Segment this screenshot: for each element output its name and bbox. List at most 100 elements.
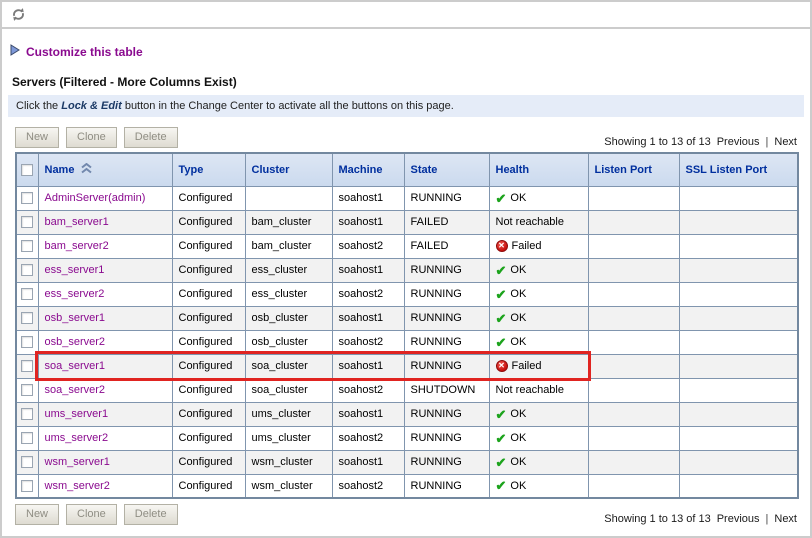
row-checkbox[interactable]: [21, 264, 33, 276]
row-checkbox[interactable]: [21, 312, 33, 324]
next-link-bottom[interactable]: Next: [774, 513, 797, 525]
table-row: AdminServer(admin) Configured soahost1 R…: [16, 186, 798, 210]
name-cell: osb_server1: [38, 306, 172, 330]
new-button-bottom[interactable]: New: [15, 504, 59, 525]
server-name-link[interactable]: wsm_server1: [45, 456, 110, 468]
row-checkbox-cell: [16, 474, 38, 498]
row-checkbox[interactable]: [21, 456, 33, 468]
column-header-cluster[interactable]: Cluster: [245, 153, 332, 186]
clone-button[interactable]: Clone: [66, 127, 117, 148]
table-row: ess_server2 Configured ess_cluster soaho…: [16, 282, 798, 306]
machine-cell: soahost1: [332, 258, 404, 282]
name-header-label: Name: [45, 164, 75, 176]
machine-cell: soahost2: [332, 426, 404, 450]
pager-separator-bottom: |: [766, 513, 769, 525]
column-header-type[interactable]: Type: [172, 153, 245, 186]
machine-cell: soahost2: [332, 474, 404, 498]
previous-link[interactable]: Previous: [717, 136, 760, 148]
row-checkbox[interactable]: [21, 336, 33, 348]
row-checkbox-cell: [16, 450, 38, 474]
name-cell: wsm_server2: [38, 474, 172, 498]
state-cell: RUNNING: [404, 354, 489, 378]
state-cell: SHUTDOWN: [404, 378, 489, 402]
row-checkbox[interactable]: [21, 192, 33, 204]
row-checkbox[interactable]: [21, 360, 33, 372]
previous-link-bottom[interactable]: Previous: [717, 513, 760, 525]
ssl-listen-port-cell: [679, 234, 798, 258]
ssl-listen-port-cell: [679, 330, 798, 354]
column-header-machine[interactable]: Machine: [332, 153, 404, 186]
column-header-name[interactable]: Name: [38, 153, 172, 186]
server-name-link[interactable]: bam_server1: [45, 216, 109, 228]
server-name-link[interactable]: ums_server2: [45, 432, 109, 444]
row-checkbox[interactable]: [21, 384, 33, 396]
cluster-cell: soa_cluster: [245, 378, 332, 402]
state-cell: RUNNING: [404, 450, 489, 474]
health-cell: ✔ OK: [489, 282, 588, 306]
server-name-link[interactable]: ess_server2: [45, 288, 105, 300]
row-checkbox[interactable]: [21, 216, 33, 228]
name-cell: osb_server2: [38, 330, 172, 354]
next-link[interactable]: Next: [774, 136, 797, 148]
server-name-link[interactable]: wsm_server2: [45, 480, 110, 492]
ssl-listen-port-cell: [679, 426, 798, 450]
server-name-link[interactable]: soa_server1: [45, 360, 106, 372]
table-row: bam_server1 Configured bam_cluster soaho…: [16, 210, 798, 234]
health-cell: ✔ OK: [489, 402, 588, 426]
type-cell: Configured: [172, 282, 245, 306]
new-button[interactable]: New: [15, 127, 59, 148]
name-cell: ess_server2: [38, 282, 172, 306]
column-header-ssl-listen-port[interactable]: SSL Listen Port: [679, 153, 798, 186]
server-name-link[interactable]: ess_server1: [45, 264, 105, 276]
server-name-link[interactable]: osb_server1: [45, 312, 106, 324]
row-checkbox[interactable]: [21, 240, 33, 252]
cluster-cell: osb_cluster: [245, 330, 332, 354]
health-cell: Not reachable: [489, 378, 588, 402]
server-name-link[interactable]: ums_server1: [45, 408, 109, 420]
table-row: ess_server1 Configured ess_cluster soaho…: [16, 258, 798, 282]
listen-port-cell: [588, 426, 679, 450]
lock-edit-notice: Click the Lock & Edit button in the Chan…: [8, 95, 804, 117]
row-checkbox-cell: [16, 234, 38, 258]
row-checkbox[interactable]: [21, 288, 33, 300]
notice-suffix: button in the Change Center to activate …: [122, 100, 454, 112]
delete-button-bottom[interactable]: Delete: [124, 504, 178, 525]
green-check-icon: ✔: [496, 479, 507, 492]
delete-button[interactable]: Delete: [124, 127, 178, 148]
cluster-cell: osb_cluster: [245, 306, 332, 330]
select-all-checkbox[interactable]: [21, 164, 33, 176]
row-checkbox[interactable]: [21, 432, 33, 444]
name-cell: bam_server2: [38, 234, 172, 258]
green-check-icon: ✔: [496, 264, 507, 277]
red-x-circle-icon: ✕: [496, 360, 508, 372]
clone-button-bottom[interactable]: Clone: [66, 504, 117, 525]
table-row: wsm_server1 Configured wsm_cluster soaho…: [16, 450, 798, 474]
type-cell: Configured: [172, 354, 245, 378]
column-header-state[interactable]: State: [404, 153, 489, 186]
server-name-link[interactable]: osb_server2: [45, 336, 106, 348]
server-name-link[interactable]: bam_server2: [45, 240, 109, 252]
health-status-text: OK: [510, 288, 526, 300]
row-checkbox[interactable]: [21, 480, 33, 492]
refresh-icon[interactable]: [9, 6, 27, 24]
row-checkbox-cell: [16, 186, 38, 210]
notice-prefix: Click the: [16, 100, 61, 112]
ssl-listen-port-cell: [679, 402, 798, 426]
row-checkbox-cell: [16, 354, 38, 378]
customize-table-link[interactable]: Customize this table: [10, 43, 804, 61]
row-checkbox-cell: [16, 282, 38, 306]
column-header-health[interactable]: Health: [489, 153, 588, 186]
top-toolbar: [2, 2, 810, 29]
expand-arrow-icon: [10, 43, 20, 61]
state-cell: RUNNING: [404, 402, 489, 426]
row-checkbox[interactable]: [21, 408, 33, 420]
health-status-text: OK: [510, 456, 526, 468]
state-cell: RUNNING: [404, 306, 489, 330]
listen-port-cell: [588, 378, 679, 402]
server-name-link[interactable]: AdminServer(admin): [45, 192, 146, 204]
cluster-cell: [245, 186, 332, 210]
red-x-circle-icon: ✕: [496, 240, 508, 252]
column-header-listen-port[interactable]: Listen Port: [588, 153, 679, 186]
health-status-text: OK: [510, 192, 526, 204]
server-name-link[interactable]: soa_server2: [45, 384, 106, 396]
